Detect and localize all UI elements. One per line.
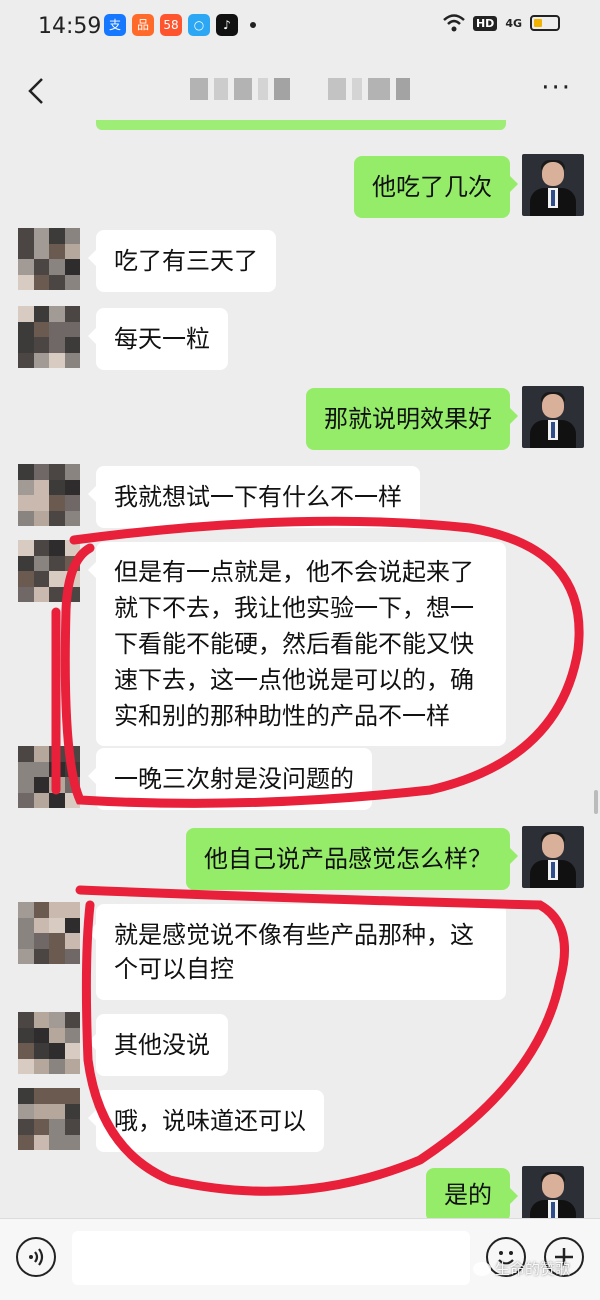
message-bubble[interactable]: 就是感觉说不像有些产品那种，这个可以自控 — [88, 904, 506, 1000]
avatar-mosaic — [18, 540, 80, 602]
signal-icon: 4G — [505, 16, 522, 30]
message-bubble[interactable]: 是的 — [426, 1168, 518, 1222]
avatar-mosaic — [18, 746, 80, 808]
contact-avatar[interactable] — [18, 1012, 80, 1074]
message-bubble[interactable]: 吃了有三天了 — [88, 230, 276, 292]
contact-avatar[interactable] — [18, 902, 80, 964]
more-icon[interactable]: ··· — [541, 75, 572, 101]
contact-avatar[interactable] — [18, 228, 80, 290]
message-bubble[interactable]: 那就说明效果好 — [306, 388, 518, 450]
contact-avatar[interactable] — [18, 540, 80, 602]
watermark: 生命的赞歌 — [472, 1258, 570, 1279]
message-bubble[interactable]: 一晚三次射是没问题的 — [88, 748, 372, 810]
my-avatar[interactable] — [522, 386, 584, 448]
status-bar: 14:59 支 品 58 ○ ♪ HD 4G — [0, 0, 600, 56]
system-icons: HD 4G — [443, 14, 560, 32]
message-bubble[interactable]: 他吃了几次 — [354, 156, 518, 218]
battery-level — [534, 19, 542, 27]
notes-icon: 品 — [132, 14, 154, 36]
wifi-icon — [443, 14, 465, 32]
chevron-left-icon[interactable] — [22, 76, 52, 106]
avatar-mosaic — [18, 306, 80, 368]
status-time: 14:59 — [38, 14, 102, 39]
scrollbar[interactable] — [594, 790, 598, 814]
avatar-mosaic — [18, 902, 80, 964]
watermark-text: 生命的赞歌 — [494, 1260, 570, 1278]
tiktok-icon: ♪ — [216, 14, 238, 36]
message-bubble[interactable]: 他自己说产品感觉怎么样？ — [186, 828, 518, 890]
alipay-icon: 支 — [104, 14, 126, 36]
contact-avatar[interactable] — [18, 464, 80, 526]
58-icon: 58 — [160, 14, 182, 36]
browser-icon: ○ — [188, 14, 210, 36]
contact-avatar[interactable] — [18, 746, 80, 808]
more-notifications-dot-icon — [250, 22, 256, 28]
avatar-mosaic — [18, 464, 80, 526]
message-bubble[interactable]: 但是有一点就是，他不会说起来了就下不去，我让他实验一下，想一下看能不能硬，然后看… — [88, 542, 506, 746]
notification-icons: 支 品 58 ○ ♪ — [104, 14, 256, 36]
chat-title-redacted — [190, 78, 410, 100]
wechat-icon — [472, 1261, 491, 1276]
battery-icon — [530, 15, 560, 31]
my-avatar[interactable] — [522, 154, 584, 216]
avatar-mosaic — [18, 1012, 80, 1074]
message-bubble[interactable]: 哦，说味道还可以 — [88, 1090, 324, 1152]
hd-badge: HD — [472, 15, 498, 31]
previous-message-edge — [96, 120, 506, 130]
message-bubble[interactable]: 每天一粒 — [88, 308, 228, 370]
contact-avatar[interactable] — [18, 1088, 80, 1150]
chat-header: ··· — [0, 56, 600, 126]
message-input[interactable] — [72, 1231, 470, 1285]
my-avatar[interactable] — [522, 826, 584, 888]
voice-waves-icon — [29, 1248, 44, 1266]
avatar-mosaic — [18, 1088, 80, 1150]
message-bubble[interactable]: 我就想试一下有什么不一样 — [88, 466, 420, 528]
voice-icon[interactable] — [16, 1237, 56, 1277]
avatar-mosaic — [18, 228, 80, 290]
contact-avatar[interactable] — [18, 306, 80, 368]
message-bubble[interactable]: 其他没说 — [88, 1014, 228, 1076]
